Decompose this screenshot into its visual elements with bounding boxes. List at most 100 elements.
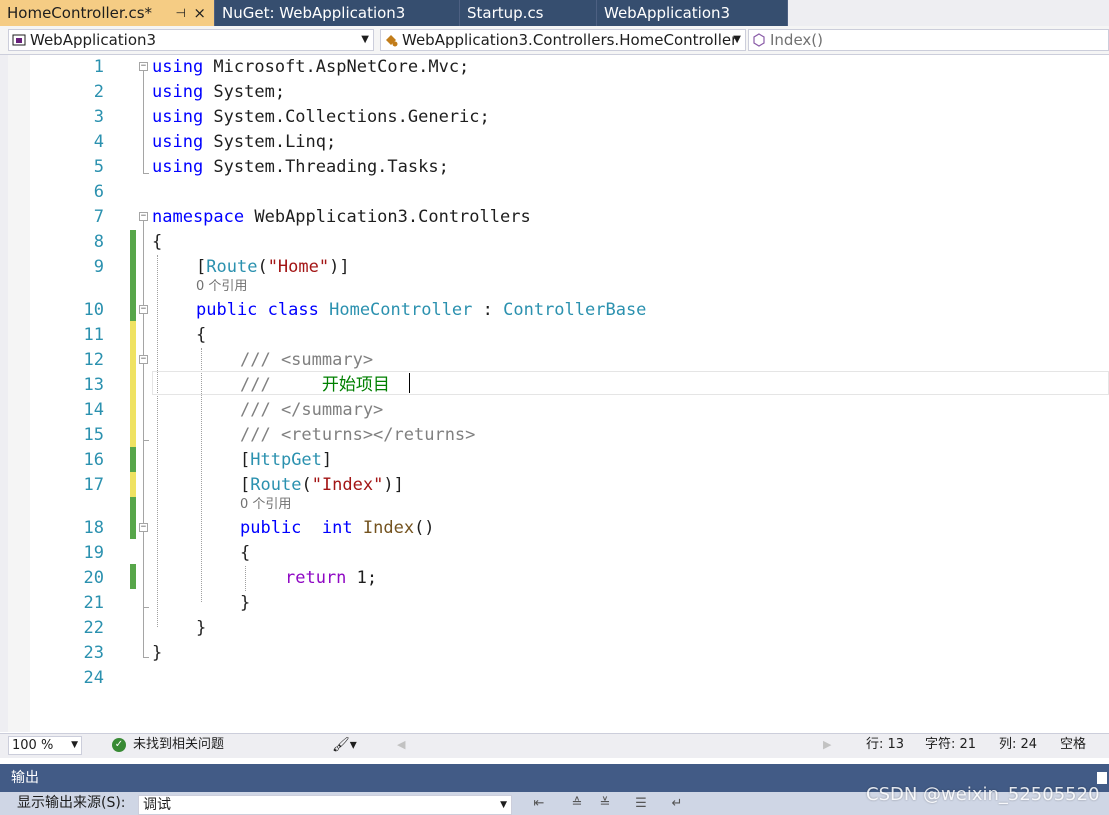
line-number: 7 <box>93 207 104 227</box>
scroll-right-icon[interactable]: ▶ <box>823 734 831 756</box>
line-number: 22 <box>83 618 104 638</box>
outline-guide <box>143 221 144 657</box>
word-wrap-icon[interactable]: ↵ <box>668 795 686 813</box>
outline-guide-end <box>143 657 149 658</box>
outline-guide-end <box>143 607 149 608</box>
output-scrollbar[interactable] <box>1097 772 1107 784</box>
clear-all-icon[interactable]: ☰ <box>632 795 650 813</box>
outline-guide <box>143 71 144 173</box>
zoom-level: 100 % <box>12 738 54 753</box>
line-number: 2 <box>93 82 104 102</box>
tab-webapplication3[interactable]: WebApplication3 <box>597 0 788 26</box>
type-dropdown[interactable]: WebApplication3.Controllers.HomeControll… <box>380 29 746 51</box>
find-message-icon[interactable]: ⇤ <box>530 795 548 813</box>
navigation-bar: WebApplication3 ▼ WebApplication3.Contro… <box>0 26 1109 55</box>
watermark: CSDN @weixin_52505520 <box>866 784 1100 805</box>
class-icon <box>386 35 398 47</box>
line-number: 18 <box>83 518 104 538</box>
line-number: 4 <box>93 132 104 152</box>
scroll-left-icon[interactable]: ◀ <box>397 734 405 756</box>
line-indicator[interactable]: 行: 13 <box>866 734 904 756</box>
saved-change-marker <box>130 447 136 472</box>
code-line: [Route("Home")] <box>196 257 350 277</box>
collapse-icon[interactable]: − <box>139 212 148 221</box>
chevron-down-icon: ▼ <box>71 740 78 750</box>
chevron-down-icon: ▼ <box>733 34 741 45</box>
code-line: /// <summary> <box>240 350 374 370</box>
code-line: using Microsoft.AspNetCore.Mvc; <box>152 57 470 77</box>
line-number: 17 <box>83 475 104 495</box>
code-line: { <box>240 543 251 563</box>
collapse-icon[interactable]: − <box>139 305 148 314</box>
previous-message-icon[interactable]: ≙ <box>568 795 586 813</box>
code-line: public class HomeController : Controller… <box>196 300 647 320</box>
line-number: 13 <box>83 375 104 395</box>
code-line: /// <returns></returns> <box>240 425 476 445</box>
code-cleanup-icon[interactable]: 🖌▾ <box>332 734 357 756</box>
line-number: 24 <box>83 668 104 688</box>
project-dropdown[interactable]: WebApplication3 ▼ <box>8 29 374 51</box>
column-indicator[interactable]: 列: 24 <box>999 734 1037 756</box>
editor-status-row: 100 % ▼ ✓ 未找到相关问题 🖌▾ ◀ ▶ 行: 13 字符: 21 列:… <box>0 733 1109 758</box>
code-editor[interactable]: 1 2 3 4 5 6 7 8 9 10 11 12 13 14 15 16 1… <box>0 55 1109 732</box>
outline-guide-end <box>143 440 149 441</box>
member-dropdown[interactable]: Index() <box>748 29 1109 51</box>
code-line: } <box>152 643 163 663</box>
line-number: 19 <box>83 543 104 563</box>
code-line: using System.Threading.Tasks; <box>152 157 449 177</box>
code-line: using System.Linq; <box>152 132 337 152</box>
code-line: namespace WebApplication3.Controllers <box>152 207 531 227</box>
text-caret <box>409 373 410 393</box>
code-line: [HttpGet] <box>240 450 333 470</box>
line-number: 5 <box>93 157 104 177</box>
code-line: public int Index() <box>240 518 435 538</box>
chevron-down-icon: ▼ <box>500 800 507 810</box>
tab-label: Startup.cs <box>467 4 544 22</box>
tab-nuget[interactable]: NuGet: WebApplication3 <box>215 0 460 26</box>
output-source-dropdown[interactable]: 调试 ▼ <box>138 795 512 815</box>
selection-margin <box>8 55 30 732</box>
issues-status[interactable]: 未找到相关问题 <box>133 734 224 756</box>
collapse-icon[interactable]: − <box>139 62 148 71</box>
code-line: [Route("Index")] <box>240 475 404 495</box>
code-line: { <box>196 325 207 345</box>
code-line: using System; <box>152 82 286 102</box>
line-number: 16 <box>83 450 104 470</box>
outline-guide-end <box>143 173 149 174</box>
next-message-icon[interactable]: ≚ <box>596 795 614 813</box>
saved-change-marker <box>130 564 136 589</box>
output-source-value: 调试 <box>143 797 171 813</box>
line-number: 8 <box>93 232 104 252</box>
project-name: WebApplication3 <box>30 31 157 49</box>
line-number: 21 <box>83 593 104 613</box>
indent-guide <box>157 255 158 627</box>
collapse-icon[interactable]: − <box>139 523 148 532</box>
zoom-dropdown[interactable]: 100 % ▼ <box>8 736 82 755</box>
document-tab-strip: HomeController.cs* ⊣ × NuGet: WebApplica… <box>0 0 1109 26</box>
collapse-icon[interactable]: − <box>139 355 148 364</box>
whitespace-indicator[interactable]: 空格 <box>1060 734 1086 756</box>
line-number: 14 <box>83 400 104 420</box>
type-name: WebApplication3.Controllers.HomeControll… <box>402 31 738 49</box>
code-line: using System.Collections.Generic; <box>152 107 490 127</box>
code-line: return 1; <box>285 568 378 588</box>
code-lens-references[interactable]: 0 个引用 <box>240 497 291 513</box>
line-number: 12 <box>83 350 104 370</box>
unsaved-change-marker <box>130 472 136 497</box>
tab-startup[interactable]: Startup.cs <box>460 0 597 26</box>
line-number: 15 <box>83 425 104 445</box>
chevron-down-icon: ▼ <box>361 34 369 45</box>
tab-home-controller[interactable]: HomeController.cs* ⊣ × <box>0 0 215 26</box>
csharp-project-icon <box>12 34 26 46</box>
close-icon[interactable]: × <box>193 0 206 26</box>
check-circle-icon: ✓ <box>112 738 126 752</box>
saved-change-marker <box>130 230 136 321</box>
code-line: /// </summary> <box>240 400 384 420</box>
char-indicator[interactable]: 字符: 21 <box>925 734 976 756</box>
code-lens-references[interactable]: 0 个引用 <box>196 279 247 295</box>
pin-icon[interactable]: ⊣ <box>176 0 186 26</box>
code-line: } <box>240 593 251 613</box>
method-icon <box>753 33 765 47</box>
line-number: 23 <box>83 643 104 663</box>
line-number: 20 <box>83 568 104 588</box>
